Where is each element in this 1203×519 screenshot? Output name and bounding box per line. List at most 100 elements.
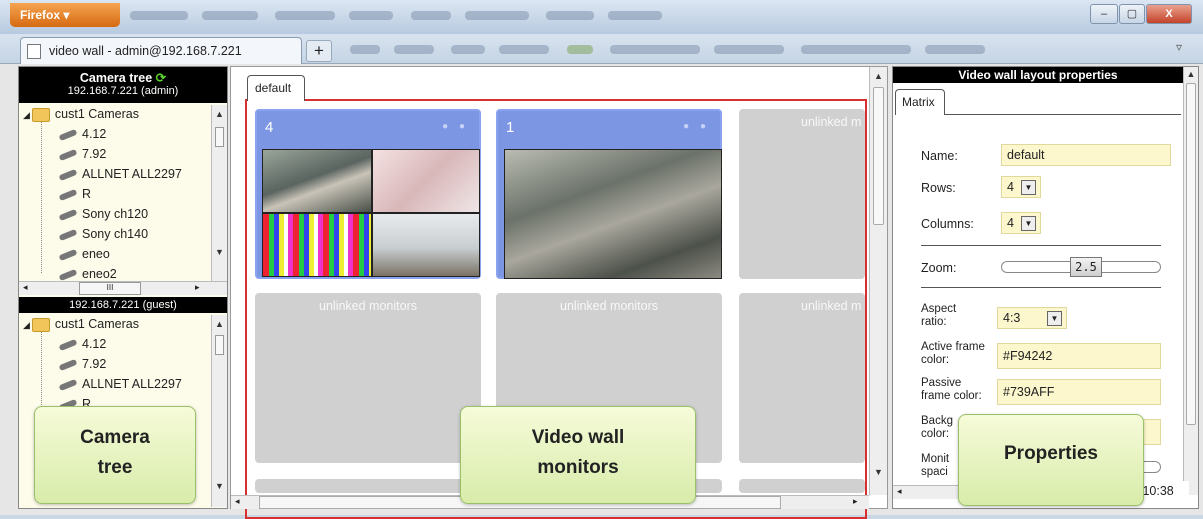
properties-vertical-scrollbar[interactable]: ▲ (1183, 67, 1198, 495)
camera-icon (58, 378, 78, 391)
monitor-unlinked[interactable]: unlinked monitors (255, 293, 481, 463)
scroll-thumb[interactable] (215, 127, 224, 147)
video-feed[interactable] (262, 213, 372, 277)
tree-vertical-scrollbar[interactable]: ▲ ▼ (211, 105, 227, 281)
scroll-down-icon[interactable]: ▼ (212, 481, 227, 491)
clock-display: :10:38 (1139, 481, 1189, 501)
monitor-controls-icon[interactable]: ● ● (683, 121, 710, 132)
camera-label: eneo2 (82, 267, 117, 281)
camera-label: eneo (82, 247, 110, 261)
scroll-thumb[interactable] (215, 335, 224, 355)
video-feed[interactable] (372, 149, 480, 213)
server-address-admin: 192.168.7.221 (admin) (67, 85, 179, 97)
rows-select[interactable]: 4 ▼ (1001, 176, 1041, 198)
monitor-unlinked[interactable]: unlinked m (739, 293, 865, 463)
browser-title-bar: Firefox ▾ – ▢ X (0, 0, 1203, 34)
tab-matrix[interactable]: Matrix (895, 89, 945, 115)
folder-icon (31, 317, 50, 332)
scroll-up-icon[interactable]: ▲ (212, 109, 227, 119)
camera-item[interactable]: 7.92 (58, 147, 106, 167)
page-icon (27, 44, 41, 59)
video-feed[interactable] (504, 149, 722, 279)
passive-frame-color-label: Passive frame color: (921, 377, 982, 402)
firefox-menu-button[interactable]: Firefox ▾ (10, 3, 120, 27)
scroll-right-icon[interactable]: ▸ (853, 496, 858, 507)
collapse-arrow-icon[interactable]: ◢ (23, 320, 30, 330)
scroll-right-icon[interactable]: ▸ (195, 282, 200, 293)
tree-horizontal-scrollbar[interactable]: ◂ III ▸ (19, 281, 227, 295)
name-field[interactable]: default (1001, 144, 1171, 166)
properties-header: Video wall layout properties (893, 67, 1183, 83)
active-frame-color-field[interactable]: #F94242 (997, 343, 1161, 369)
camera-item[interactable]: 4.12 (58, 127, 106, 147)
close-window-button[interactable]: X (1146, 4, 1192, 24)
scroll-thumb[interactable]: III (79, 282, 141, 295)
monitor-active[interactable]: 1 ● ● (496, 109, 722, 279)
scroll-left-icon[interactable]: ◂ (235, 496, 240, 507)
properties-callout: Properties (958, 414, 1144, 506)
passive-frame-color-field[interactable]: #739AFF (997, 379, 1161, 405)
scroll-left-icon[interactable]: ◂ (897, 486, 902, 497)
tree-vertical-scrollbar[interactable]: ▲ ▼ (211, 315, 227, 507)
zoom-slider[interactable]: 2.5 (1001, 257, 1161, 277)
camera-label: R (82, 187, 92, 201)
monitor-controls-icon[interactable]: ● ● (442, 121, 469, 132)
camera-tree-admin: ◢ cust1 Cameras 4.12 7.92 ALLNET ALL2297 … (19, 105, 211, 281)
layout-tab-default[interactable]: default (247, 75, 305, 101)
maximize-icon: ▢ (1126, 8, 1138, 20)
scroll-thumb[interactable] (873, 87, 884, 225)
camera-item[interactable]: eneo (58, 247, 110, 267)
new-tab-button[interactable]: + (306, 40, 332, 62)
tree-folder-node[interactable]: ◢ cust1 Cameras (23, 107, 139, 127)
camera-label: Sony ch140 (82, 227, 149, 241)
minimize-icon: – (1100, 8, 1108, 20)
camera-item[interactable]: Sony ch140 (58, 227, 149, 247)
monitor-unlinked[interactable] (255, 479, 481, 493)
tab-list-chevron-icon[interactable]: ▿ (1176, 40, 1190, 56)
scroll-down-icon[interactable]: ▼ (870, 467, 887, 477)
video-feed[interactable] (372, 213, 480, 277)
dropdown-arrow-icon[interactable]: ▼ (1021, 216, 1036, 231)
camera-label: ALLNET ALL2297 (82, 167, 182, 181)
monitor-active[interactable]: 4 ● ● (255, 109, 481, 279)
camera-icon (58, 208, 78, 221)
scroll-up-icon[interactable]: ▲ (212, 319, 227, 329)
monitor-label: unlinked monitors (319, 299, 417, 313)
scroll-left-icon[interactable]: ◂ (23, 282, 28, 293)
video-feed[interactable] (262, 149, 372, 213)
folder-label: cust1 Cameras (54, 317, 139, 331)
background-color-label: Backg color: (921, 415, 953, 440)
zoom-slider-thumb[interactable]: 2.5 (1070, 257, 1102, 277)
monitor-unlinked[interactable]: unlinked m (739, 109, 865, 279)
refresh-icon[interactable]: ⟳ (156, 71, 166, 85)
server-header-guest: 192.168.7.221 (guest) (19, 297, 227, 313)
monitor-label: unlinked m (801, 299, 862, 313)
aspect-ratio-select[interactable]: 4:3 ▼ (997, 307, 1067, 329)
dropdown-arrow-icon[interactable]: ▼ (1021, 180, 1036, 195)
scroll-thumb[interactable] (1186, 83, 1196, 425)
scroll-up-icon[interactable]: ▲ (1184, 69, 1198, 79)
scroll-down-icon[interactable]: ▼ (212, 247, 227, 257)
camera-item[interactable]: eneo2 (58, 267, 117, 281)
browser-tab[interactable]: video wall - admin@192.168.7.221 (20, 37, 302, 65)
camera-tree-callout: Camera tree (34, 406, 196, 504)
zoom-value: 2.5 (1075, 260, 1097, 274)
scroll-up-icon[interactable]: ▲ (870, 71, 887, 81)
collapse-arrow-icon[interactable]: ◢ (23, 110, 30, 120)
camera-item[interactable]: Sony ch120 (58, 207, 148, 227)
camera-item[interactable]: R (58, 187, 92, 207)
folder-icon (31, 107, 50, 122)
camera-item[interactable]: 4.12 (58, 337, 106, 357)
camera-item[interactable]: 7.92 (58, 357, 106, 377)
wall-vertical-scrollbar[interactable]: ▲ ▼ (869, 67, 887, 495)
tree-folder-node[interactable]: ◢ cust1 Cameras (23, 317, 139, 337)
columns-select[interactable]: 4 ▼ (1001, 212, 1041, 234)
chevron-down-icon: ▾ (63, 8, 70, 22)
maximize-button[interactable]: ▢ (1119, 4, 1145, 24)
minimize-button[interactable]: – (1090, 4, 1118, 24)
dropdown-arrow-icon[interactable]: ▼ (1047, 311, 1062, 326)
monitor-unlinked[interactable] (739, 479, 865, 493)
tab-strip: video wall - admin@192.168.7.221 + ▿ (0, 34, 1203, 65)
camera-item[interactable]: ALLNET ALL2297 (58, 167, 182, 187)
camera-item[interactable]: ALLNET ALL2297 (58, 377, 182, 397)
